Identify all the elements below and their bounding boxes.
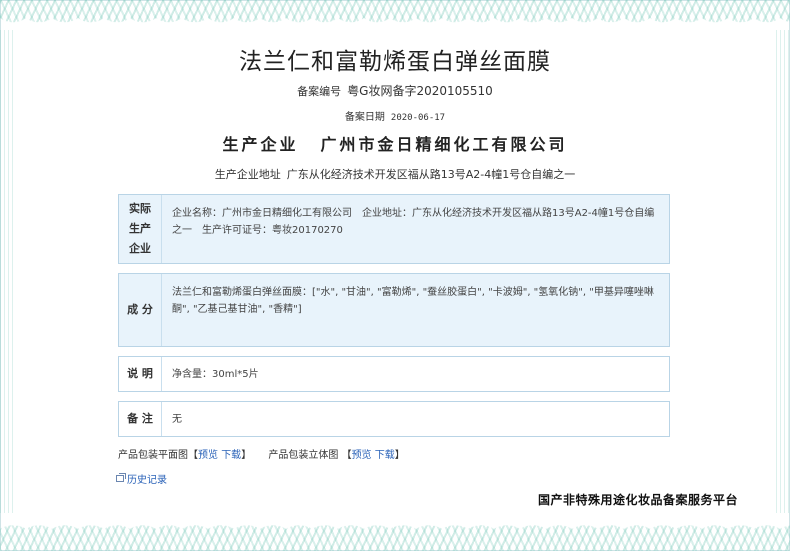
solid-download-link[interactable]: 下载 [375,450,395,461]
bracket: 【 [341,450,352,461]
history-link[interactable]: 历史记录 [116,471,167,486]
enterprise-address-label: 生产企业地址 [214,168,281,181]
enterprise-name: 广州市金日精细化工有限公司 [320,135,568,154]
actual-producer-text: 企业名称：广州市金日精细化工有限公司 企业地址：广东从化经济技术开发区福从路13… [172,208,655,236]
label-line: 企业 [129,242,151,255]
right-pattern-border [776,30,790,513]
actual-producer-label: 实际 生产 企业 [119,195,162,263]
enterprise-label: 生产企业 [222,135,299,154]
flat-package-label: 产品包装平面图 [118,450,188,461]
record-date: 备案日期 2020-06-17 [0,108,790,123]
solid-preview-link[interactable]: 预览 [352,450,372,461]
bottom-wave-border [0,511,790,551]
enterprise-heading: 生产企业 广州市金日精细化工有限公司 [0,131,790,155]
record-number-value: 粤G妆网备字2020105510 [347,84,493,98]
record-date-label: 备案日期 [344,112,385,123]
record-date-value: 2020-06-17 [390,113,446,123]
remarks-text: 无 [172,413,182,425]
remarks-label: 备 注 [119,402,162,436]
top-wave-border [0,0,790,35]
flat-preview-link[interactable]: 预览 [198,450,218,461]
label-line: 实际 [129,202,151,215]
remarks-section: 备 注 无 [118,401,670,437]
flat-download-link[interactable]: 下载 [221,450,241,461]
enterprise-address-value: 广东从化经济技术开发区福从路13号A2-4幢1号仓自编之一 [286,168,576,181]
description-text: 净含量：30ml*5片 [172,368,259,380]
record-number: 备案编号 粤G妆网备字2020105510 [0,82,790,99]
enterprise-address: 生产企业地址 广东从化经济技术开发区福从路13号A2-4幢1号仓自编之一 [0,166,790,182]
solid-package-group: 产品包装立体图 【预览 下载】 [268,450,404,461]
description-label: 说 明 [119,357,162,391]
platform-name: 国产非特殊用途化妆品备案服务平台 [538,493,739,507]
flat-package-group: 产品包装平面图【预览 下载】 [118,450,254,461]
package-image-links: 产品包装平面图【预览 下载】 产品包装立体图 【预览 下载】 [118,446,419,461]
label-line: 生产 [129,222,151,235]
ingredients-text: 法兰仁和富勒烯蛋白弹丝面膜：["水", "甘油", "富勒烯", "蚕丝胶蛋白"… [172,287,654,315]
external-window-icon [116,473,126,482]
bracket: 【 [188,450,198,461]
ingredients-section: 成 分 法兰仁和富勒烯蛋白弹丝面膜：["水", "甘油", "富勒烯", "蚕丝… [118,273,670,347]
solid-package-label: 产品包装立体图 [268,450,339,461]
product-title: 法兰仁和富勒烯蛋白弹丝面膜 [239,49,551,75]
bracket: 】 [241,450,252,461]
description-section: 说 明 净含量：30ml*5片 [118,356,670,392]
ingredients-label: 成 分 [119,274,162,346]
record-number-label: 备案编号 [297,85,342,98]
bracket: 】 [394,450,405,461]
actual-producer-section: 实际 生产 企业 企业名称：广州市金日精细化工有限公司 企业地址：广东从化经济技… [118,194,670,264]
left-pattern-border [0,30,14,513]
history-label[interactable]: 历史记录 [127,471,167,486]
